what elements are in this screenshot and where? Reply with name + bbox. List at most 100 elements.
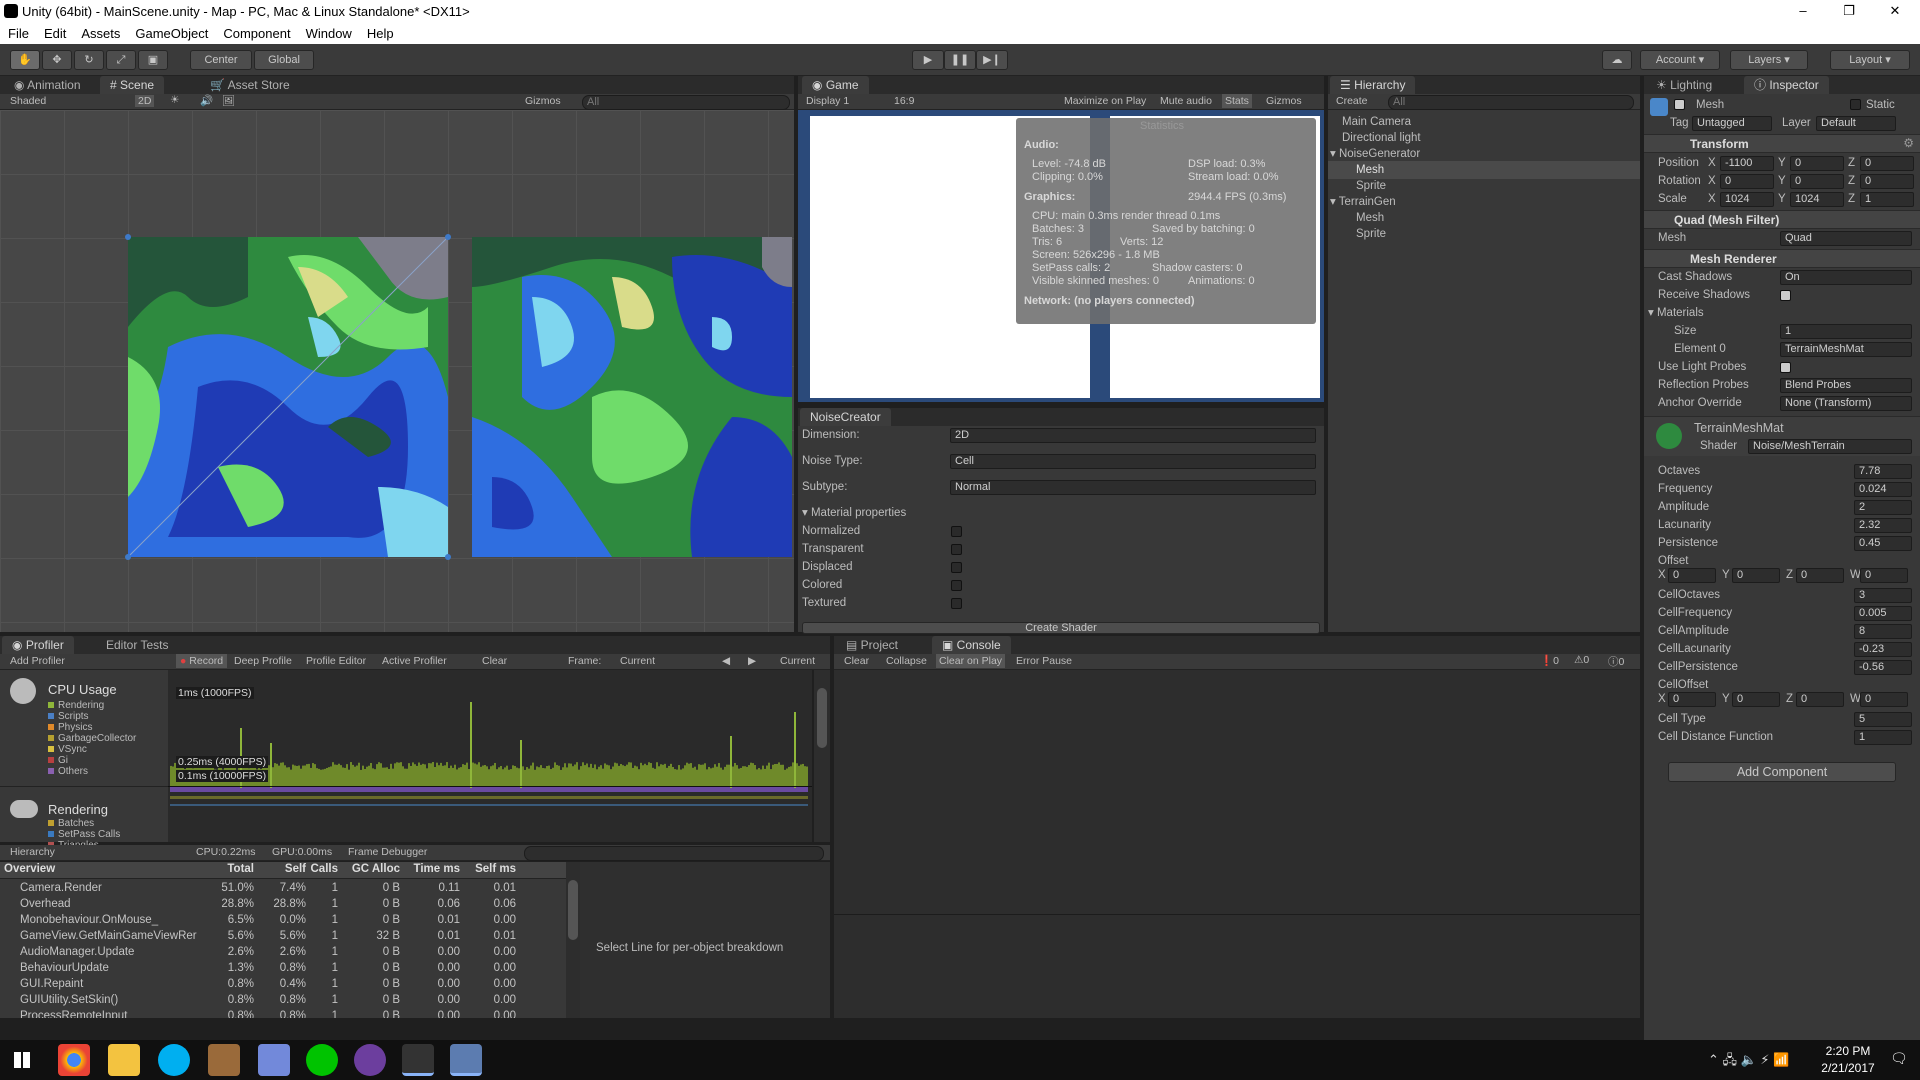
material-property-field[interactable]: 0.005 xyxy=(1854,606,1912,621)
pos-z-field[interactable]: 0 xyxy=(1860,156,1914,171)
gameobject-name-field[interactable]: Mesh xyxy=(1696,96,1724,114)
textured-checkbox[interactable] xyxy=(951,598,962,609)
record-toggle[interactable]: ● Record xyxy=(176,654,228,668)
profile-editor-toggle[interactable]: Profile Editor xyxy=(306,655,366,667)
collapse-toggle[interactable]: Collapse xyxy=(886,655,927,667)
clock-time[interactable]: 2:20 PM xyxy=(1808,1044,1888,1058)
profiler-table-scrollbar[interactable] xyxy=(566,862,580,1018)
tray-icons[interactable]: ⌃ 🖧 🔈 ⚡ 📶 xyxy=(1708,1051,1789,1073)
cpu-legend-item[interactable]: GarbageCollector xyxy=(48,733,136,744)
tab-project[interactable]: ▤ Project xyxy=(836,636,908,654)
rect-tool-icon[interactable]: ▣ xyxy=(138,50,168,70)
shading-mode-dropdown[interactable]: Shaded xyxy=(10,95,46,107)
layout-dropdown[interactable]: Layout ▾ xyxy=(1830,50,1910,70)
tab-profiler[interactable]: ◉ Profiler xyxy=(2,636,74,654)
rect-handle-br[interactable] xyxy=(445,554,451,560)
tab-game[interactable]: ◉ Game xyxy=(802,76,869,94)
cpu-legend-item[interactable]: Physics xyxy=(48,722,92,733)
material-header[interactable]: TerrainMeshMat Shader Noise/MeshTerrain xyxy=(1644,416,1920,456)
profiler-cell[interactable]: GUIUtility.SetSkin() xyxy=(20,992,198,1008)
table-scrollbar-thumb[interactable] xyxy=(568,880,578,940)
menu-window[interactable]: Window xyxy=(298,24,359,41)
scene-view[interactable] xyxy=(0,110,794,632)
profiler-cell[interactable]: ProcessRemoteInput xyxy=(20,1008,198,1018)
scl-x-field[interactable]: 1024 xyxy=(1720,192,1774,207)
rect-handle-tl[interactable] xyxy=(125,234,131,240)
hand-tool-icon[interactable]: ✋ xyxy=(10,50,40,70)
audio-toggle-icon[interactable]: 🔊 xyxy=(200,94,213,107)
cpu-legend-item[interactable]: VSync xyxy=(48,744,87,755)
2d-toggle[interactable]: 2D xyxy=(135,95,155,107)
mesh-field[interactable]: Quad xyxy=(1780,231,1912,246)
stats-toggle[interactable]: Stats xyxy=(1222,94,1252,108)
lighting-toggle-icon[interactable]: ☀ xyxy=(170,94,179,106)
rendering-legend-item[interactable]: Batches xyxy=(48,818,94,829)
game-gizmos-dropdown[interactable]: Gizmos xyxy=(1266,95,1302,107)
material-property-field[interactable]: -0.56 xyxy=(1854,660,1912,675)
menu-gameobject[interactable]: GameObject xyxy=(127,24,215,41)
cloud-icon[interactable]: ☁ xyxy=(1602,50,1632,70)
next-frame-icon[interactable]: ▶ xyxy=(748,655,756,667)
app-blue-icon[interactable] xyxy=(450,1044,482,1076)
profiler-column-header[interactable]: Overview xyxy=(4,863,184,875)
rect-handle-bl[interactable] xyxy=(125,554,131,560)
scl-z-field[interactable]: 1 xyxy=(1860,192,1914,207)
display-dropdown[interactable]: Display 1 xyxy=(806,95,849,107)
tab-noisecreator[interactable]: NoiseCreator xyxy=(800,408,891,426)
tab-asset-store[interactable]: 🛒 Asset Store xyxy=(200,76,300,94)
vector-x-field[interactable]: 0 xyxy=(1668,692,1716,707)
anchor-override-field[interactable]: None (Transform) xyxy=(1780,396,1912,411)
dimension-dropdown[interactable]: 2D xyxy=(950,428,1316,443)
menu-file[interactable]: File xyxy=(0,24,36,41)
profiler-clear-button[interactable]: Clear xyxy=(482,655,507,667)
add-profiler-dropdown[interactable]: Add Profiler xyxy=(10,655,65,667)
profiler-column-header[interactable]: Self xyxy=(258,863,306,875)
app-purple-icon[interactable] xyxy=(354,1044,386,1076)
console-clear-button[interactable]: Clear xyxy=(844,655,869,667)
error-count-toggle[interactable]: ❗0 xyxy=(1540,654,1559,667)
shader-dropdown[interactable]: Noise/MeshTerrain xyxy=(1748,439,1912,454)
play-button[interactable]: ▶ xyxy=(912,50,944,70)
profiler-column-header[interactable]: Calls xyxy=(308,863,339,875)
rect-handle-tr[interactable] xyxy=(445,234,451,240)
profiler-column-header[interactable]: Time ms xyxy=(406,863,460,875)
noise-type-dropdown[interactable]: Cell xyxy=(950,454,1316,469)
material-property-field[interactable]: 7.78 xyxy=(1854,464,1912,479)
use-light-probes-checkbox[interactable] xyxy=(1780,362,1791,373)
move-tool-icon[interactable]: ✥ xyxy=(42,50,72,70)
minimize-button[interactable]: – xyxy=(1780,0,1826,24)
noise-map-left[interactable] xyxy=(128,237,448,557)
notification-icon[interactable]: 🗨 xyxy=(1890,1050,1908,1067)
material-property-field[interactable]: 0.45 xyxy=(1854,536,1912,551)
profiler-search-input[interactable] xyxy=(524,846,824,861)
aspect-dropdown[interactable]: 16:9 xyxy=(894,95,914,107)
deep-profile-toggle[interactable]: Deep Profile xyxy=(234,655,292,667)
tab-scene[interactable]: # Scene xyxy=(100,76,165,94)
mesh-renderer-header[interactable]: Mesh Renderer xyxy=(1644,249,1920,268)
hierarchy-search-input[interactable]: All xyxy=(1388,95,1634,110)
transparent-checkbox[interactable] xyxy=(951,544,962,555)
mute-audio-toggle[interactable]: Mute audio xyxy=(1160,95,1212,107)
maximize-on-play-toggle[interactable]: Maximize on Play xyxy=(1064,95,1146,107)
profiler-cell[interactable]: BehaviourUpdate xyxy=(20,960,198,976)
info-count-toggle[interactable]: ⓘ0 xyxy=(1608,654,1624,669)
vector-z-field[interactable]: 0 xyxy=(1796,692,1844,707)
vector-y-field[interactable]: 0 xyxy=(1732,568,1780,583)
material-property-field[interactable]: 8 xyxy=(1854,624,1912,639)
pivot-center-button[interactable]: Center xyxy=(190,50,252,70)
hierarchy-view-dropdown[interactable]: Hierarchy xyxy=(10,846,55,858)
chrome-icon[interactable] xyxy=(58,1044,90,1076)
scrollbar-thumb[interactable] xyxy=(817,688,827,748)
account-dropdown[interactable]: Account ▾ xyxy=(1640,50,1720,70)
vector-w-field[interactable]: 0 xyxy=(1860,692,1908,707)
rendering-legend-item[interactable]: SetPass Calls xyxy=(48,829,120,840)
tag-dropdown[interactable]: Untagged xyxy=(1692,116,1772,131)
profiler-graph-scrollbar[interactable] xyxy=(814,670,830,842)
layers-dropdown[interactable]: Layers ▾ xyxy=(1730,50,1808,70)
warning-count-toggle[interactable]: ⚠0 xyxy=(1574,654,1589,666)
cpu-legend-item[interactable]: Others xyxy=(48,766,88,777)
maximize-button[interactable]: ❐ xyxy=(1826,0,1872,24)
scene-search-input[interactable]: All xyxy=(582,95,790,110)
material-property-field[interactable]: 1 xyxy=(1854,730,1912,745)
profiler-cell[interactable]: Monobehaviour.OnMouse_ xyxy=(20,912,198,928)
